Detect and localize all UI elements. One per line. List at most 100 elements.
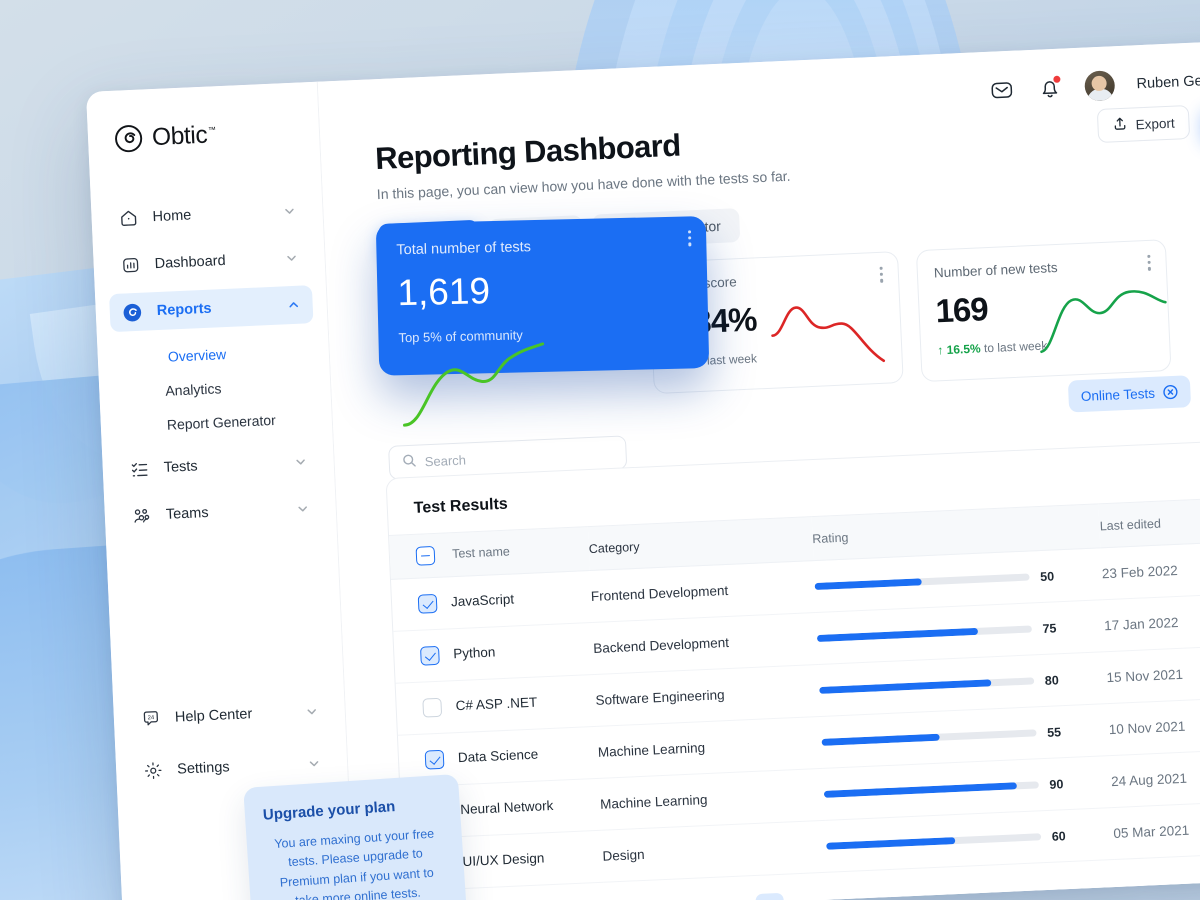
test-name-label: C# ASP .NET bbox=[455, 694, 538, 714]
help-24-icon: 24 bbox=[139, 708, 161, 730]
rating-bar bbox=[814, 573, 1030, 591]
upgrade-title: Upgrade your plan bbox=[262, 797, 396, 824]
svg-text:24: 24 bbox=[147, 715, 154, 721]
chevron-down-icon bbox=[304, 704, 319, 719]
sidebar-item-label: Teams bbox=[165, 504, 209, 523]
test-results-panel: Test Results Test name Category Rating L… bbox=[385, 436, 1200, 900]
chevron-down-icon bbox=[295, 501, 310, 516]
cell-last-edited: 10 Nov 2021 bbox=[1107, 696, 1200, 756]
cell-test-name: Python bbox=[393, 622, 595, 684]
rating-value: 90 bbox=[1049, 776, 1064, 792]
cell-last-edited: 17 Jan 2022 bbox=[1103, 592, 1200, 652]
sidebar-item-label: Home bbox=[152, 207, 192, 226]
chevron-down-icon bbox=[293, 455, 308, 470]
rating-bar bbox=[821, 729, 1037, 746]
gear-icon bbox=[142, 760, 164, 782]
stat-card-delta-value: ↑ 16.5% bbox=[937, 341, 981, 358]
export-button-label: Export bbox=[1135, 115, 1175, 132]
column-header-last-edited: Last edited bbox=[1098, 496, 1200, 548]
stat-card-title: Number of new tests bbox=[933, 259, 1058, 281]
rating-bar bbox=[816, 625, 1032, 643]
pagination-page-2[interactable]: 2 bbox=[788, 891, 817, 900]
cell-last-edited: 23 Feb 2022 bbox=[1100, 540, 1200, 600]
reports-spiral-icon bbox=[121, 301, 143, 323]
stat-card-new-tests: Number of new tests 169 ↑ 16.5% to last … bbox=[915, 239, 1172, 383]
chevron-up-icon bbox=[286, 298, 301, 313]
row-checkbox[interactable] bbox=[422, 697, 443, 718]
card-menu-icon[interactable] bbox=[879, 266, 885, 286]
stat-card-total-tests: Total number of tests 1,619 Top 5% of co… bbox=[375, 216, 710, 427]
chevron-down-icon bbox=[282, 204, 297, 219]
rating-bar bbox=[825, 833, 1041, 850]
sparkline-chart bbox=[1040, 290, 1167, 354]
rating-bar bbox=[818, 677, 1034, 694]
sidebar-item-label: Dashboard bbox=[154, 252, 226, 273]
upgrade-body: You are maxing out your free tests. Plea… bbox=[273, 826, 435, 900]
rating-value: 50 bbox=[1039, 568, 1055, 584]
stat-card-value: 1,619 bbox=[396, 270, 491, 314]
chip-label: Online Tests bbox=[1080, 385, 1156, 404]
select-all-checkbox[interactable] bbox=[415, 545, 436, 566]
cell-test-name: JavaScript bbox=[390, 570, 593, 632]
chart-bar-icon bbox=[119, 254, 141, 276]
sidebar-subitem-report-generator[interactable]: Report Generator bbox=[114, 402, 318, 443]
sidebar: Obtic™ Home Dashboard Reports Overview A… bbox=[86, 81, 356, 900]
rating-value: 55 bbox=[1046, 724, 1062, 740]
sparkline-chart bbox=[403, 342, 545, 427]
row-checkbox[interactable] bbox=[417, 593, 438, 614]
rating-value: 75 bbox=[1042, 620, 1057, 636]
test-name-label: Data Science bbox=[457, 746, 539, 766]
test-name-label: JavaScript bbox=[450, 591, 515, 610]
filter-chip-online-tests[interactable]: Online Tests bbox=[1068, 375, 1192, 413]
cell-test-name: C# ASP .NET bbox=[395, 674, 597, 736]
app-window: Obtic™ Home Dashboard Reports Overview A… bbox=[86, 38, 1200, 900]
people-icon bbox=[130, 505, 152, 527]
trademark-mark: ™ bbox=[207, 125, 216, 135]
home-icon bbox=[117, 207, 139, 229]
brand-name: Obtic™ bbox=[151, 121, 216, 151]
test-name-label: Python bbox=[453, 644, 496, 662]
export-button[interactable]: Export bbox=[1096, 104, 1191, 144]
stat-card-delta-rest: to last week bbox=[980, 338, 1048, 356]
sidebar-subnav-reports: Overview Analytics Report Generator bbox=[111, 332, 319, 451]
avatar[interactable] bbox=[1083, 70, 1116, 102]
table-body: JavaScript Frontend Development 50 23 Feb 2… bbox=[390, 538, 1200, 892]
search-placeholder: Search bbox=[424, 451, 467, 469]
cell-category: Design bbox=[601, 820, 828, 883]
column-label: Test name bbox=[451, 544, 511, 561]
cell-last-edited: 24 Aug 2021 bbox=[1109, 748, 1200, 808]
export-upload-icon bbox=[1112, 116, 1128, 135]
sidebar-item-teams[interactable]: Teams bbox=[118, 489, 322, 536]
cell-last-edited: 15 Nov 2021 bbox=[1105, 644, 1200, 704]
row-checkbox[interactable] bbox=[420, 645, 440, 666]
pagination-page-1[interactable]: 1 bbox=[755, 892, 785, 900]
rating-value: 60 bbox=[1051, 828, 1066, 844]
main-content: Ruben George Reporting Dashboard In this… bbox=[317, 38, 1200, 900]
user-name: Ruben George bbox=[1136, 72, 1200, 93]
app-logo[interactable]: Obtic™ bbox=[88, 116, 320, 155]
sidebar-item-help-center[interactable]: 24 Help Center bbox=[127, 692, 331, 739]
mail-icon[interactable] bbox=[988, 77, 1015, 104]
sidebar-item-reports[interactable]: Reports bbox=[109, 285, 314, 333]
sidebar-item-label: Settings bbox=[176, 759, 230, 778]
obtic-spiral-logo-icon bbox=[113, 124, 143, 154]
sidebar-item-home[interactable]: Home bbox=[105, 191, 309, 238]
bell-icon[interactable] bbox=[1036, 74, 1063, 102]
sparkline-chart bbox=[771, 306, 886, 363]
filter-controls: Online Tests Filte bbox=[1068, 370, 1200, 413]
test-name-label: Neural Network bbox=[459, 797, 554, 818]
close-icon[interactable] bbox=[1163, 384, 1180, 401]
row-checkbox[interactable] bbox=[424, 749, 445, 770]
test-name-label: UI/UX Design bbox=[462, 850, 545, 870]
pagination-page-3[interactable]: 3 bbox=[821, 890, 850, 900]
sidebar-item-tests[interactable]: Tests bbox=[116, 442, 320, 489]
card-menu-icon[interactable] bbox=[1147, 254, 1152, 274]
upgrade-plan-card: Upgrade your plan You are maxing out you… bbox=[243, 773, 471, 900]
cell-last-edited: 05 Mar 2021 bbox=[1112, 800, 1200, 860]
sidebar-item-dashboard[interactable]: Dashboard bbox=[107, 238, 311, 285]
checklist-icon bbox=[128, 458, 150, 480]
rating-value: 80 bbox=[1044, 672, 1060, 688]
card-menu-icon[interactable] bbox=[688, 230, 692, 249]
sidebar-item-label: Reports bbox=[156, 300, 212, 320]
rating-bar bbox=[823, 781, 1039, 798]
